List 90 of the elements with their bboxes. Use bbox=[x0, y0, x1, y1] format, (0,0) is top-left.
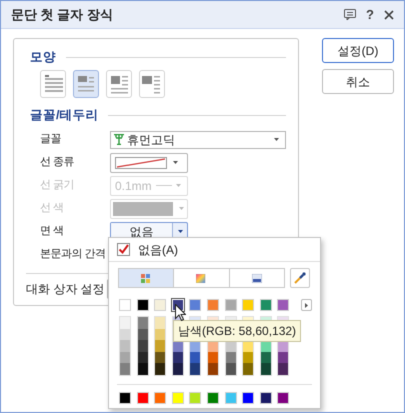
color-swatch[interactable] bbox=[224, 299, 237, 311]
color-swatch[interactable] bbox=[138, 328, 148, 340]
shape-option[interactable] bbox=[106, 70, 132, 98]
color-swatch[interactable] bbox=[172, 352, 183, 364]
field-label: 선 색 bbox=[40, 201, 65, 216]
line-sample-icon bbox=[156, 184, 172, 187]
color-swatch[interactable] bbox=[243, 352, 254, 364]
color-swatch[interactable] bbox=[242, 299, 254, 311]
tooltip: 남색(RGB: 58,60,132) bbox=[173, 320, 302, 342]
color-swatch[interactable] bbox=[190, 363, 200, 375]
more-colors-button[interactable] bbox=[300, 299, 312, 311]
color-swatch[interactable] bbox=[120, 340, 130, 352]
palette-icon bbox=[141, 274, 152, 282]
section-heading: 모양 bbox=[30, 48, 56, 66]
color-swatch[interactable] bbox=[119, 299, 131, 311]
color-sample-icon bbox=[113, 202, 173, 216]
color-swatch[interactable] bbox=[120, 363, 130, 375]
checkbox[interactable] bbox=[117, 243, 130, 256]
field-label: 선 굵기 bbox=[40, 178, 76, 194]
color-swatch[interactable] bbox=[208, 352, 218, 364]
color-swatch[interactable] bbox=[119, 392, 131, 404]
shape-option[interactable] bbox=[40, 70, 66, 98]
color-swatch[interactable] bbox=[278, 352, 288, 364]
shape-option[interactable] bbox=[139, 70, 165, 98]
color-swatch[interactable] bbox=[138, 340, 148, 352]
line-type-dropdown[interactable] bbox=[110, 152, 188, 172]
dialog-button[interactable]: 설정(D) bbox=[322, 38, 394, 63]
dropdown-arrow-icon bbox=[173, 161, 178, 164]
mouse-pointer-icon bbox=[175, 304, 186, 321]
color-swatch[interactable] bbox=[206, 299, 219, 311]
dropdown-arrow-icon bbox=[178, 230, 182, 233]
color-swatch[interactable] bbox=[242, 392, 254, 404]
field-label: 선 종류 bbox=[40, 155, 76, 170]
font-icon bbox=[114, 134, 124, 145]
color-swatch[interactable] bbox=[226, 363, 236, 375]
dropdown-arrow-icon bbox=[274, 138, 279, 141]
color-swatch[interactable] bbox=[136, 392, 149, 404]
color-swatch[interactable] bbox=[120, 352, 130, 364]
field-label: 면 색 bbox=[40, 224, 65, 240]
color-swatch[interactable] bbox=[120, 317, 130, 329]
color-swatch[interactable] bbox=[260, 352, 271, 364]
color-swatch[interactable] bbox=[172, 392, 184, 404]
eyedropper-icon bbox=[294, 272, 306, 284]
color-swatch[interactable] bbox=[155, 352, 166, 364]
comment-icon[interactable] bbox=[344, 9, 356, 20]
color-swatch[interactable] bbox=[155, 328, 166, 340]
dropdown-arrow-icon bbox=[179, 207, 184, 210]
color-swatch[interactable] bbox=[226, 352, 236, 364]
color-swatch[interactable] bbox=[277, 299, 290, 311]
field-label: 본문과의 간격 bbox=[40, 247, 107, 262]
line-sample-icon bbox=[115, 156, 167, 168]
color-swatch[interactable] bbox=[155, 317, 166, 329]
window-title: 문단 첫 글자 장식 bbox=[11, 6, 113, 24]
dropdown-arrow-icon bbox=[176, 184, 181, 187]
color-swatch[interactable] bbox=[120, 328, 130, 340]
color-swatch[interactable] bbox=[277, 392, 290, 404]
color-swatch[interactable] bbox=[154, 299, 166, 311]
help-button[interactable]: ? bbox=[366, 8, 374, 21]
color-swatch[interactable] bbox=[155, 363, 166, 375]
triangle-right-icon bbox=[304, 302, 308, 308]
color-swatch[interactable] bbox=[138, 352, 148, 364]
shape-option[interactable] bbox=[73, 70, 99, 98]
color-swatch[interactable] bbox=[155, 340, 166, 352]
line-color-dropdown[interactable] bbox=[110, 198, 188, 218]
field-label: 대화 상자 설정 bbox=[26, 281, 106, 298]
color-swatch[interactable] bbox=[189, 299, 202, 311]
color-swatch[interactable] bbox=[138, 363, 148, 375]
color-swatch[interactable] bbox=[189, 392, 202, 404]
section-heading: 글꼴/테두리 bbox=[30, 106, 98, 124]
color-swatch[interactable] bbox=[260, 299, 272, 311]
color-swatch[interactable] bbox=[243, 363, 254, 375]
color-swatch[interactable] bbox=[206, 392, 219, 404]
color-swatch[interactable] bbox=[172, 363, 183, 375]
color-swatch[interactable] bbox=[154, 392, 166, 404]
field-label: 글꼴 bbox=[40, 132, 62, 148]
dialog-button[interactable]: 취소 bbox=[322, 69, 394, 94]
color-mode-tab[interactable] bbox=[119, 269, 174, 287]
color-swatch[interactable] bbox=[260, 392, 272, 404]
color-swatch[interactable] bbox=[138, 317, 148, 329]
color-swatch[interactable] bbox=[278, 363, 288, 375]
color-swatch[interactable] bbox=[190, 352, 200, 364]
image-icon bbox=[252, 274, 262, 282]
font-dropdown[interactable]: 휴먼고딕 bbox=[110, 130, 286, 148]
color-swatch[interactable] bbox=[260, 363, 271, 375]
checkbox-label: 없음(A) bbox=[138, 242, 178, 258]
close-icon[interactable] bbox=[384, 10, 394, 20]
color-swatch[interactable] bbox=[224, 392, 237, 404]
eyedropper-button[interactable] bbox=[290, 268, 310, 288]
color-swatch[interactable] bbox=[136, 299, 149, 311]
color-swatch[interactable] bbox=[208, 363, 218, 375]
